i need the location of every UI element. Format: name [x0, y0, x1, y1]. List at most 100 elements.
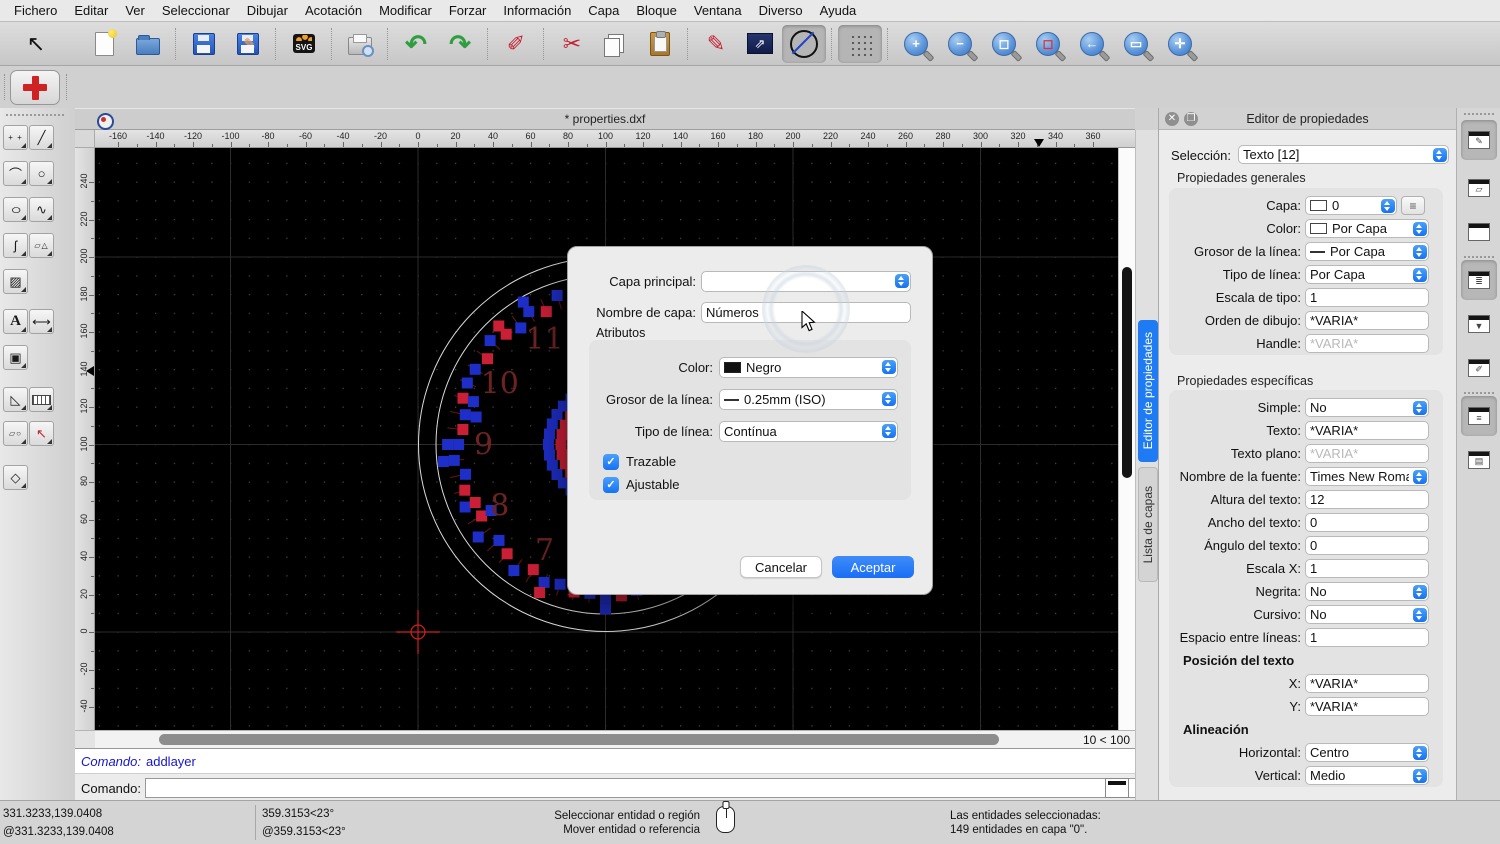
- toolbar-open-file[interactable]: [126, 25, 170, 63]
- toolbar-new-document[interactable]: [82, 25, 126, 63]
- x-input[interactable]: *VARIA*: [1305, 674, 1429, 693]
- toolbar-zoom-previous[interactable]: ←: [1070, 25, 1114, 63]
- dock-toggle-layer-filter[interactable]: ▼: [1461, 304, 1497, 344]
- menu-ventana[interactable]: Ventana: [694, 3, 742, 18]
- texto-plano-input[interactable]: *VARIA*: [1305, 444, 1429, 463]
- toolbar-save[interactable]: [182, 25, 226, 63]
- toolbar-print-preview[interactable]: [338, 25, 382, 63]
- tool-points[interactable]: + +: [3, 125, 28, 150]
- command-input[interactable]: [145, 778, 1153, 798]
- toolbar-zoom-pan[interactable]: ✛: [1158, 25, 1202, 63]
- tool-ellipses[interactable]: ○: [3, 197, 28, 222]
- cursivo-dropdown[interactable]: No: [1305, 605, 1429, 624]
- vertical-dropdown[interactable]: Medio: [1305, 766, 1429, 785]
- simple-dropdown[interactable]: No: [1305, 398, 1429, 417]
- horizontal-scrollbar-thumb[interactable]: [159, 734, 999, 745]
- dock-toggle-command-widget[interactable]: ≡: [1461, 396, 1497, 436]
- capa-principal-dropdown[interactable]: [701, 271, 911, 292]
- color-dropdown[interactable]: Negro: [719, 357, 898, 378]
- toolbar-redo[interactable]: ↷: [438, 25, 482, 63]
- tool-polylines[interactable]: ʃ: [3, 233, 28, 258]
- layer-menu-button[interactable]: ≡: [1401, 196, 1425, 215]
- toolbar-circle-slash[interactable]: [782, 25, 826, 63]
- cancel-button[interactable]: Cancelar: [740, 556, 822, 578]
- altura-del-texto-input[interactable]: 12: [1305, 490, 1429, 509]
- tool-shapes[interactable]: ▱△: [29, 233, 54, 258]
- dock-tab-lista-de-capas[interactable]: Lista de capas: [1138, 467, 1158, 582]
- espacio-entre-lineas-input[interactable]: 1: [1305, 628, 1429, 647]
- menu-ayuda[interactable]: Ayuda: [820, 3, 857, 18]
- dock-toggle-named-views[interactable]: ▤: [1461, 440, 1497, 480]
- capa-dropdown[interactable]: 0: [1305, 196, 1397, 215]
- tool-images[interactable]: ▣: [3, 345, 28, 370]
- handle-input[interactable]: *VARIA*: [1305, 334, 1429, 353]
- menu-bloque[interactable]: Bloque: [636, 3, 676, 18]
- tool-modify[interactable]: ▱○: [3, 421, 28, 446]
- toolbar-zoom-auto[interactable]: ◻: [982, 25, 1026, 63]
- menu-diverso[interactable]: Diverso: [759, 3, 803, 18]
- negrita-dropdown[interactable]: No: [1305, 582, 1429, 601]
- toolbar-undo[interactable]: ↶: [394, 25, 438, 63]
- menu-ver[interactable]: Ver: [125, 3, 145, 18]
- tipo-de-linea-dropdown[interactable]: Por Capa: [1305, 265, 1429, 284]
- tool-text[interactable]: A: [3, 309, 28, 334]
- menu-editar[interactable]: Editar: [74, 3, 108, 18]
- toolbar-save-as[interactable]: ✎: [226, 25, 270, 63]
- menu-fichero[interactable]: Fichero: [14, 3, 57, 18]
- tool-measure[interactable]: [29, 387, 54, 412]
- horizontal-scrollbar[interactable]: 10 < 100: [95, 730, 1135, 748]
- menu-informacion[interactable]: Información: [503, 3, 571, 18]
- menu-modificar[interactable]: Modificar: [379, 3, 432, 18]
- trazable-checkbox[interactable]: ✓: [603, 454, 619, 470]
- ajustable-checkbox[interactable]: ✓: [603, 477, 619, 493]
- dock-toggle-block-list[interactable]: ▱: [1461, 168, 1497, 208]
- escala-de-tipo-input[interactable]: 1: [1305, 288, 1429, 307]
- tool-box-3d[interactable]: ◇: [3, 465, 28, 490]
- color-dropdown[interactable]: Por Capa: [1305, 219, 1429, 238]
- dock-toggle-library-browser[interactable]: [1461, 212, 1497, 252]
- accept-button[interactable]: Aceptar: [832, 556, 914, 578]
- orden-de-dibujo-input[interactable]: *VARIA*: [1305, 311, 1429, 330]
- tool-draw-tools[interactable]: ◺: [3, 387, 28, 412]
- menu-seleccionar[interactable]: Seleccionar: [162, 3, 230, 18]
- toolbar-edit-attributes[interactable]: ⇗: [738, 25, 782, 63]
- dock-toggle-layer-list[interactable]: ≣: [1461, 260, 1497, 300]
- toolbar-paste[interactable]: [638, 25, 682, 63]
- toolbar-zoom-out[interactable]: −: [938, 25, 982, 63]
- ancho-del-texto-input[interactable]: 0: [1305, 513, 1429, 532]
- tool-dimensions[interactable]: ⟷: [29, 309, 54, 334]
- tool-hatches[interactable]: ▨: [3, 269, 28, 294]
- toolbar-zoom-in[interactable]: +: [894, 25, 938, 63]
- grosor-de-la-linea-dropdown[interactable]: 0.25mm (ISO): [719, 389, 898, 410]
- tool-splines[interactable]: ∿: [29, 197, 54, 222]
- menu-acotacion[interactable]: Acotación: [305, 3, 362, 18]
- grosor-de-la-linea-dropdown[interactable]: Por Capa: [1305, 242, 1429, 261]
- tool-lines[interactable]: ╱: [29, 125, 54, 150]
- add-tool-button[interactable]: [10, 70, 60, 105]
- selection-dropdown[interactable]: Texto [12]: [1238, 145, 1449, 164]
- toolbar-zoom-selected[interactable]: ◻: [1026, 25, 1070, 63]
- toolbar-delete-entities[interactable]: ✐: [494, 25, 538, 63]
- dock-toggle-pen-palette[interactable]: ✐: [1461, 348, 1497, 388]
- nombre-de-la-fuente-dropdown[interactable]: Times New Roman: [1305, 467, 1429, 486]
- vertical-scrollbar[interactable]: [1118, 148, 1135, 730]
- toolbar-pointer-select[interactable]: ↖: [14, 25, 58, 63]
- tool-select[interactable]: ↖: [29, 421, 54, 446]
- toolbar-zoom-window[interactable]: ▭: [1114, 25, 1158, 63]
- texto-input[interactable]: *VARIA*: [1305, 421, 1429, 440]
- menu-capa[interactable]: Capa: [588, 3, 619, 18]
- toolbar-grid-toggle[interactable]: [838, 25, 882, 63]
- vertical-scrollbar-thumb[interactable]: [1122, 267, 1132, 478]
- toolbar-copy[interactable]: [594, 25, 638, 63]
- y-input[interactable]: *VARIA*: [1305, 697, 1429, 716]
- toolbar-cut[interactable]: ✂: [550, 25, 594, 63]
- angulo-del-texto-input[interactable]: 0: [1305, 536, 1429, 555]
- tool-circles[interactable]: ○: [29, 161, 54, 186]
- tool-arcs[interactable]: ⌒: [3, 161, 28, 186]
- menu-dibujar[interactable]: Dibujar: [247, 3, 288, 18]
- dock-toggle-property-editor[interactable]: ✎: [1461, 120, 1497, 160]
- nombre-de-capa-input[interactable]: Números: [701, 302, 911, 323]
- horizontal-dropdown[interactable]: Centro: [1305, 743, 1429, 762]
- toolbar-draw-pencil[interactable]: ✎: [694, 25, 738, 63]
- menu-forzar[interactable]: Forzar: [449, 3, 487, 18]
